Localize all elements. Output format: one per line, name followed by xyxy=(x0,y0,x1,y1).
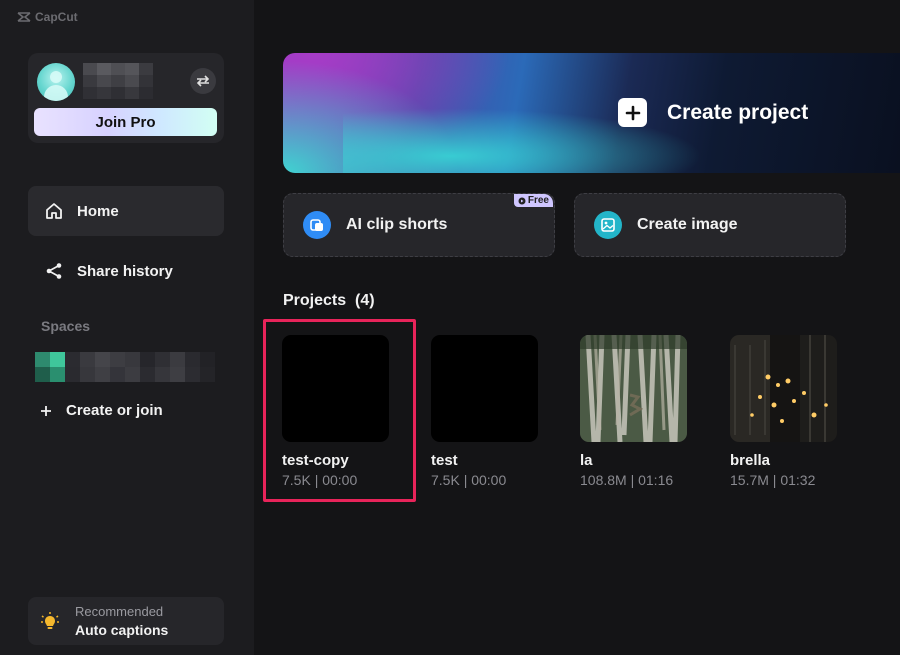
app-name: CapCut xyxy=(35,10,78,24)
project-meta: 7.5K | 00:00 xyxy=(282,472,358,488)
share-icon xyxy=(46,263,62,279)
plus-icon xyxy=(41,405,51,416)
space-item-redacted[interactable] xyxy=(35,352,215,382)
project-card[interactable]: brella 15.7M | 01:32 xyxy=(730,335,840,488)
switch-account-button[interactable] xyxy=(190,68,216,94)
sidebar-item-label: Share history xyxy=(77,262,173,280)
sidebar: CapCut Join Pro Home Share history Space… xyxy=(0,0,254,655)
ai-clip-shorts-label: AI clip shorts xyxy=(346,216,448,233)
project-name: la xyxy=(580,452,593,469)
account-card: Join Pro xyxy=(28,53,224,143)
image-icon xyxy=(594,211,622,239)
create-or-join-label: Create or join xyxy=(66,402,163,419)
spaces-heading: Spaces xyxy=(41,318,91,334)
join-pro-button[interactable]: Join Pro xyxy=(34,108,217,136)
project-thumbnail[interactable] xyxy=(282,335,389,442)
sidebar-item-label: Home xyxy=(77,202,119,220)
create-or-join-button[interactable]: Create or join xyxy=(40,402,163,419)
sidebar-item-home[interactable]: Home xyxy=(28,186,224,236)
avatar[interactable] xyxy=(37,63,75,101)
capcut-logo-icon xyxy=(17,12,31,22)
plus-icon xyxy=(618,98,647,127)
project-name: brella xyxy=(730,452,771,469)
projects-count: (4) xyxy=(355,292,375,309)
lightbulb-icon xyxy=(41,612,59,629)
project-thumbnail[interactable] xyxy=(431,335,538,442)
project-card[interactable]: test-copy 7.5K | 00:00 xyxy=(282,335,392,488)
ai-clip-shorts-button[interactable]: AI clip shorts Free xyxy=(283,193,555,257)
project-name: test-copy xyxy=(282,452,349,469)
projects-heading: Projects (4) xyxy=(283,292,375,309)
project-card[interactable]: la 108.8M | 01:16 xyxy=(580,335,690,488)
free-badge-icon xyxy=(518,197,526,204)
recommended-caption: Recommended xyxy=(75,604,164,619)
account-name-redacted xyxy=(83,63,153,99)
create-project-banner[interactable]: Create project xyxy=(283,53,900,173)
project-name: test xyxy=(431,452,458,469)
project-meta: 108.8M | 01:16 xyxy=(580,472,674,488)
swap-arrows-icon xyxy=(196,75,210,87)
project-meta: 7.5K | 00:00 xyxy=(431,472,507,488)
home-icon xyxy=(46,203,62,219)
capcut-logo: CapCut xyxy=(17,10,78,24)
create-project-label: Create project xyxy=(667,100,809,124)
recommended-title: Auto captions xyxy=(75,622,169,638)
project-card[interactable]: test 7.5K | 00:00 xyxy=(431,335,541,488)
sidebar-item-share-history[interactable]: Share history xyxy=(28,246,224,296)
create-image-button[interactable]: Create image xyxy=(574,193,846,257)
recommended-card[interactable]: Recommended Auto captions xyxy=(28,597,224,645)
project-thumbnail[interactable] xyxy=(730,335,837,442)
create-image-label: Create image xyxy=(637,216,738,233)
ai-clip-icon xyxy=(303,211,331,239)
project-meta: 15.7M | 01:32 xyxy=(730,472,816,488)
project-thumbnail[interactable] xyxy=(580,335,687,442)
free-badge: Free xyxy=(513,194,553,207)
